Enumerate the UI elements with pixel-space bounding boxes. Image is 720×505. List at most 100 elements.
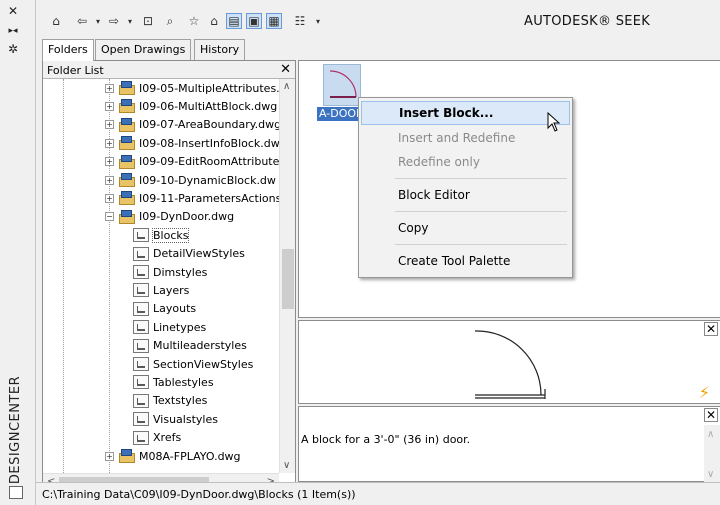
door-symbol-icon (329, 70, 357, 98)
mouse-cursor-icon (547, 112, 561, 132)
tree-item[interactable]: Layers (133, 281, 189, 299)
close-icon[interactable]: ✕ (6, 4, 20, 18)
menu-item-insert-block[interactable]: Insert Block... (361, 101, 570, 125)
expand-icon[interactable]: + (105, 193, 114, 203)
tree-toggle-icon[interactable]: ▤ (226, 13, 242, 29)
style-folder-icon (133, 228, 149, 243)
search-icon[interactable]: ⌕ (162, 13, 178, 29)
style-folder-icon (133, 393, 149, 408)
menu-item-create-tool-palette[interactable]: Create Tool Palette (361, 250, 570, 274)
style-folder-icon (133, 430, 149, 445)
description-icon[interactable]: ▦ (266, 13, 282, 29)
tree-item[interactable]: − I09-DynDoor.dwg (105, 208, 234, 226)
close-icon[interactable]: ✕ (280, 62, 291, 77)
tree-item-label: I09-11-ParametersActions (139, 191, 279, 205)
close-icon[interactable]: ✕ (704, 322, 718, 336)
views-icon[interactable]: ☷ (292, 13, 308, 29)
tree-item[interactable]: Textstyles (133, 392, 207, 410)
up-icon[interactable]: ⊡ (140, 13, 156, 29)
scroll-down-icon[interactable]: ∨ (707, 469, 714, 480)
tree-item[interactable]: Visualstyles (133, 410, 218, 428)
views-dropdown-icon[interactable]: ▾ (310, 13, 326, 29)
scroll-thumb[interactable] (282, 249, 294, 309)
tree-item[interactable]: Xrefs (133, 429, 181, 447)
block-thumbnail-label[interactable]: A-DOOI (317, 107, 362, 121)
tree-item[interactable]: DetailViewStyles (133, 245, 245, 263)
status-bar: C:\Training Data\C09\I09-DynDoor.dwg\Blo… (36, 482, 720, 505)
tree-item[interactable]: Layouts (133, 300, 196, 318)
folder-tree[interactable]: + I09-05-MultipleAttributes.c + I09-06-Mult… (43, 79, 279, 473)
drawing-file-icon (119, 209, 135, 224)
properties-icon[interactable]: ✲ (6, 42, 20, 56)
autodesk-seek-brand[interactable]: AUTODESK® SEEK (524, 14, 650, 29)
style-folder-icon (133, 246, 149, 261)
preview-icon[interactable]: ▣ (246, 13, 262, 29)
tree-item[interactable]: + I09-09-EditRoomAttribute (105, 153, 279, 171)
scroll-up-icon[interactable]: ∧ (283, 81, 290, 92)
expand-icon[interactable]: + (105, 175, 114, 185)
vertical-scrollbar[interactable]: ∧ ∨ (279, 79, 295, 473)
menu-item-block-editor[interactable]: Block Editor (361, 184, 570, 208)
expand-icon[interactable]: + (105, 157, 114, 167)
forward-dropdown-icon[interactable]: ▾ (122, 13, 138, 29)
folder-list-panel: Folder List ✕ + I09-05-MultipleAttributes… (42, 60, 296, 492)
style-folder-icon (133, 357, 149, 371)
expand-icon[interactable]: + (105, 101, 114, 111)
description-text: A block for a 3'-0" (36 in) door. (301, 433, 471, 446)
tree-item[interactable]: SectionViewStyles (133, 355, 253, 373)
tree-item-label: I09-08-InsertInfoBlock.dw (139, 136, 279, 150)
vertical-scrollbar[interactable]: ∧ ∨ (704, 425, 720, 482)
block-thumbnail[interactable] (323, 64, 361, 106)
collapse-icon[interactable]: − (105, 212, 114, 222)
favorites-icon[interactable]: ☆ (186, 13, 202, 29)
expand-icon[interactable]: + (105, 120, 114, 130)
folder-list-title: Folder List (47, 64, 104, 77)
close-icon[interactable]: ✕ (704, 408, 718, 422)
tree-item[interactable]: Dimstyles (133, 263, 207, 281)
tree-item-label: Multileaderstyles (153, 339, 247, 353)
expand-icon[interactable]: + (105, 83, 114, 93)
tree-item[interactable]: Linetypes (133, 318, 206, 336)
tree-item-label: Linetypes (153, 320, 207, 334)
tree-item[interactable]: + I09-06-MultiAttBlock.dwg (105, 97, 277, 115)
tree-item-label: I09-09-EditRoomAttribute (139, 155, 279, 169)
menu-item-insert-and-redefine[interactable]: Insert and Redefine (361, 127, 570, 151)
style-folder-icon (133, 283, 149, 298)
home-icon[interactable]: ⌂ (206, 13, 222, 29)
expand-icon[interactable]: + (105, 451, 114, 461)
drawing-file-icon (119, 173, 135, 187)
back-icon[interactable]: ⇦ (74, 13, 90, 29)
expand-icon[interactable]: + (105, 138, 114, 148)
tree-item[interactable]: + M08A-FPLAYO.dwg (105, 447, 241, 465)
tree-item[interactable]: + I09-10-DynamicBlock.dw (105, 171, 276, 189)
status-bar-icon (9, 486, 23, 499)
tree-item-label: Dimstyles (153, 265, 208, 279)
style-folder-icon (133, 338, 149, 353)
auto-hide-icon[interactable]: ▸◂ (6, 24, 20, 38)
folder-list-header: Folder List ✕ (43, 61, 295, 79)
tree-item[interactable]: + I09-07-AreaBoundary.dwg (105, 116, 279, 134)
menu-separator (395, 178, 567, 179)
forward-icon[interactable]: ⇨ (106, 13, 122, 29)
tab-folders[interactable]: Folders (42, 39, 94, 61)
tree-item[interactable]: + I09-05-MultipleAttributes.c (105, 79, 279, 97)
tree-item[interactable]: + I09-08-InsertInfoBlock.dw (105, 134, 279, 152)
description-pane: ✕ A block for a 3'-0" (36 in) door. ∧ ∨ (298, 406, 720, 482)
style-folder-icon (133, 265, 149, 279)
menu-item-copy[interactable]: Copy (361, 217, 570, 241)
back-dropdown-icon[interactable]: ▾ (90, 13, 106, 29)
tab-open-drawings[interactable]: Open Drawings (95, 39, 192, 60)
scroll-down-icon[interactable]: ∨ (283, 460, 290, 471)
tree-item-label: Blocks (151, 227, 190, 243)
window-title: DESIGNCENTER (8, 375, 23, 485)
tab-history[interactable]: History (194, 39, 246, 60)
scroll-up-icon[interactable]: ∧ (707, 429, 714, 440)
dynamic-block-icon: ⚡ (698, 383, 710, 402)
tree-item[interactable]: Tablestyles (133, 373, 214, 391)
tree-item[interactable]: Multileaderstyles (133, 337, 247, 355)
style-folder-icon (133, 301, 149, 316)
load-icon[interactable]: ⌂ (48, 13, 64, 29)
tree-item[interactable]: + I09-11-ParametersActions (105, 189, 279, 207)
menu-item-redefine-only[interactable]: Redefine only (361, 151, 570, 175)
tree-item[interactable]: Blocks (133, 226, 190, 244)
